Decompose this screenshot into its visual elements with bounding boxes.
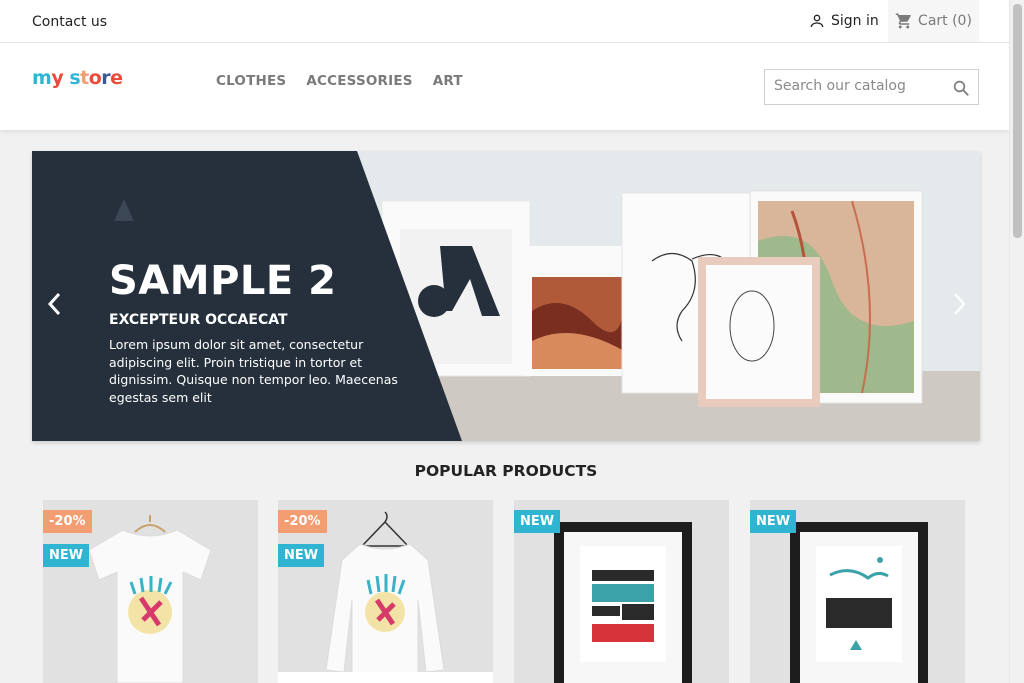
sign-in-label: Sign in (831, 13, 879, 29)
page-scrollbar[interactable] (1009, 0, 1024, 683)
new-badge: NEW (278, 544, 325, 567)
store-logo[interactable]: my store (32, 67, 123, 89)
product-card[interactable]: -20% NEW (278, 500, 493, 683)
section-title: POPULAR PRODUCTS (414, 462, 598, 480)
discount-badge: -20% (43, 510, 92, 533)
site-header: my store CLOTHES ACCESSORIES ART (0, 43, 1009, 130)
slide-description: Lorem ipsum dolor sit amet, consectetur … (109, 337, 398, 405)
cart-button[interactable]: Cart (0) (888, 0, 979, 42)
new-badge: NEW (750, 510, 797, 533)
product-card[interactable]: NEW (750, 500, 965, 683)
scrollbar-thumb[interactable] (1013, 4, 1022, 238)
search-box (764, 69, 979, 105)
top-nav-bar: Contact us Sign in Cart (0) (0, 0, 1009, 43)
cart-label: Cart (0) (918, 13, 972, 29)
menu-item-art[interactable]: ART (433, 73, 463, 89)
search-input[interactable] (774, 78, 944, 94)
new-badge: NEW (43, 544, 90, 567)
chevron-right-icon[interactable] (952, 291, 968, 317)
new-badge: NEW (514, 510, 561, 533)
menu-item-accessories[interactable]: ACCESSORIES (306, 73, 412, 89)
shopping-cart-icon (895, 13, 911, 29)
slide-subtitle: EXCEPTEUR OCCAECAT (109, 312, 288, 328)
user-icon (810, 14, 824, 28)
sign-in-link[interactable]: Sign in (809, 13, 879, 29)
slide-title: SAMPLE 2 (109, 258, 337, 304)
product-card[interactable]: -20% NEW (43, 500, 258, 683)
product-card[interactable]: NEW (514, 500, 729, 683)
discount-badge: -20% (278, 510, 327, 533)
menu-item-clothes[interactable]: CLOTHES (216, 73, 286, 89)
main-menu: CLOTHES ACCESSORIES ART (216, 73, 463, 89)
search-icon[interactable] (952, 79, 970, 97)
contact-us-link[interactable]: Contact us (32, 14, 107, 30)
hero-carousel: SAMPLE 2 EXCEPTEUR OCCAECAT Lorem ipsum … (32, 151, 980, 441)
chevron-left-icon[interactable] (46, 291, 62, 317)
